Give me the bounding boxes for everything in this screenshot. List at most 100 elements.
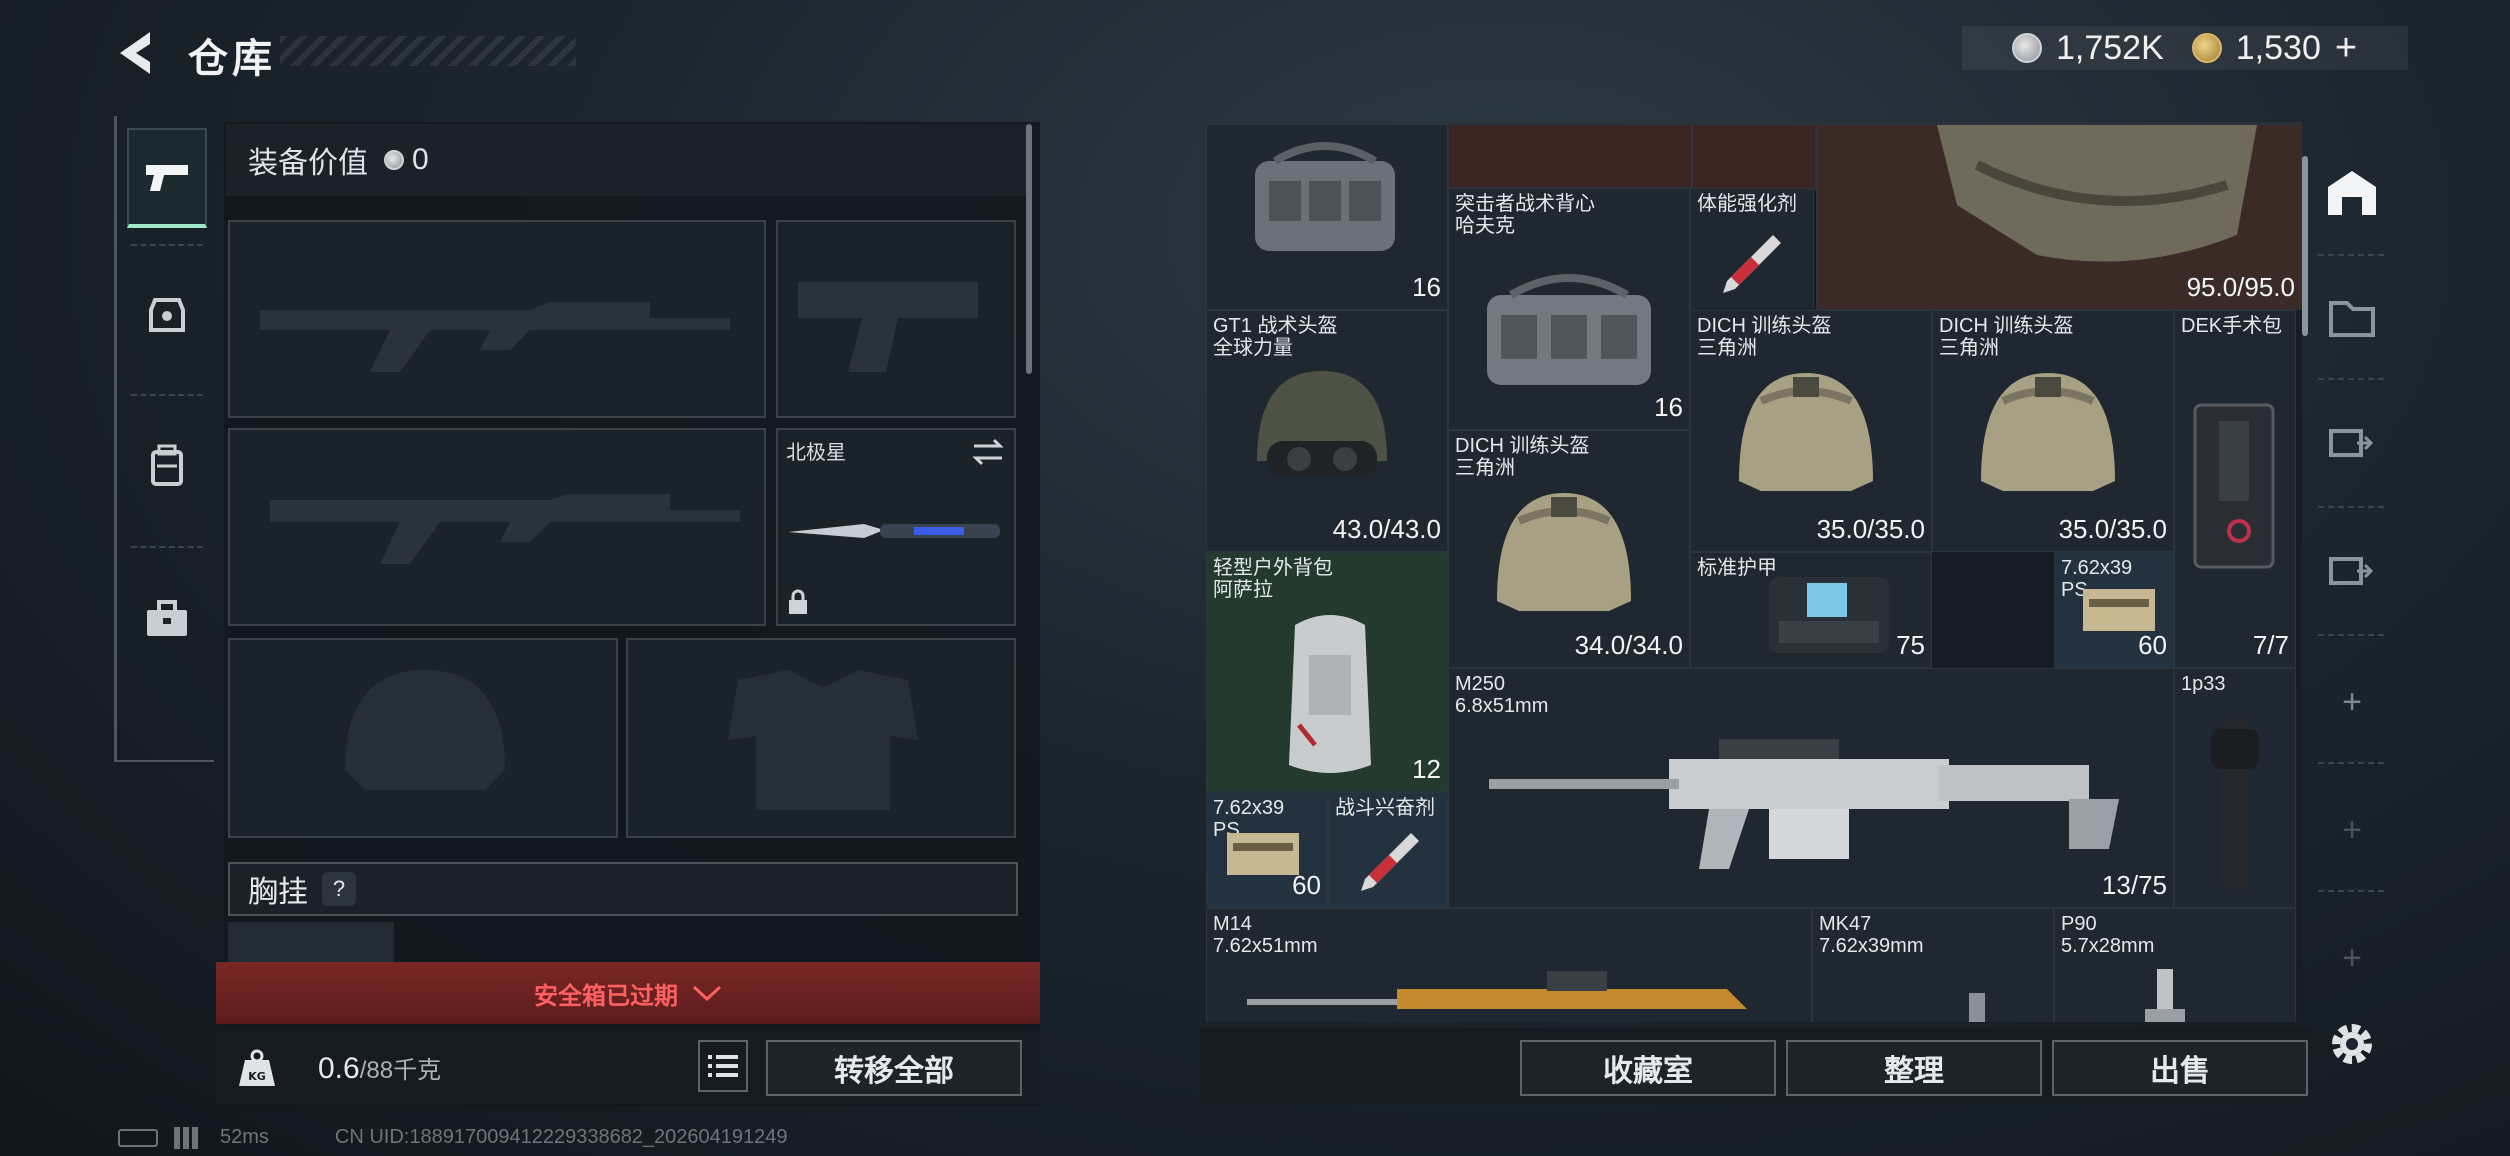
tab-weapons[interactable] xyxy=(127,128,207,228)
helmet-icon xyxy=(1981,373,2115,491)
inventory-item[interactable]: 95.0/95.0 xyxy=(1816,124,2302,310)
weight-icon: KG xyxy=(226,1040,288,1096)
inventory-item[interactable]: 1p33 xyxy=(2174,668,2296,908)
equipment-scrollbar[interactable] xyxy=(1026,124,1032,374)
inventory-item[interactable]: 7.62x39 PS 60 xyxy=(2054,552,2174,668)
secure-case-expired-banner[interactable]: 安全箱已过期 xyxy=(216,962,1040,1024)
list-view-button[interactable] xyxy=(698,1040,748,1092)
backpack-icon xyxy=(151,444,183,486)
equipment-tabs xyxy=(114,116,214,762)
primary-weapon-slot-1[interactable] xyxy=(228,220,766,418)
item-name: DICH 训练头盔 三角洲 xyxy=(1939,315,2074,359)
armor-icon xyxy=(149,298,185,332)
backpack-icon xyxy=(1289,615,1371,773)
tab-storage-main[interactable] xyxy=(2316,156,2388,228)
collection-room-button[interactable]: 收藏室 xyxy=(1520,1040,1776,1096)
knife-icon xyxy=(788,524,1000,538)
tactical-vest-icon xyxy=(1255,142,1395,251)
item-durability: 34.0/34.0 xyxy=(1574,630,1683,660)
item-name: P90 5.7x28mm xyxy=(2061,913,2155,957)
item-name: 突击者战术背心 哈夫克 xyxy=(1455,193,1595,237)
equipment-value-row: 装备价值 0 xyxy=(226,124,1026,196)
item-name: DICH 训练头盔 三角洲 xyxy=(1697,315,1832,359)
rifle-silhouette-icon xyxy=(270,494,740,564)
inventory-item[interactable]: DICH 训练头盔 三角洲 35.0/35.0 xyxy=(1932,310,2174,552)
inventory-item[interactable]: DICH 训练头盔 三角洲 34.0/34.0 xyxy=(1448,430,1690,668)
machine-gun-icon xyxy=(1489,739,2119,869)
inventory-item[interactable]: 战斗兴奋剂 xyxy=(1328,792,1448,908)
equipment-value: 0 xyxy=(412,143,429,176)
inventory-item[interactable]: 标准护甲 75 xyxy=(1690,552,1932,668)
ping: 52ms xyxy=(220,1126,269,1148)
inventory-item[interactable]: DICH 训练头盔 三角洲 35.0/35.0 xyxy=(1690,310,1932,552)
helmet-silhouette-icon xyxy=(345,670,505,790)
item-count: 60 xyxy=(2138,630,2167,660)
folder-icon xyxy=(2329,301,2375,337)
handgun-silhouette-icon xyxy=(798,282,978,372)
status-bar: 52ms CN UID:188917009412229338682_202604… xyxy=(118,1126,788,1149)
transfer-all-button[interactable]: 转移全部 xyxy=(766,1040,1022,1096)
chevron-down-icon xyxy=(692,985,722,1002)
inventory-item[interactable]: 轻型户外背包 阿萨拉 12 xyxy=(1206,552,1448,792)
helmet-slot[interactable] xyxy=(228,638,618,838)
add-storage-tab-button-disabled: + xyxy=(2342,938,2362,977)
inventory-item[interactable]: 体能强化剂 xyxy=(1690,188,1814,312)
storage-scrollbar[interactable] xyxy=(2302,156,2308,336)
item-name: DICH 训练头盔 三角洲 xyxy=(1455,435,1590,479)
tab-storage-extension-2[interactable] xyxy=(2316,404,2388,476)
inventory-item[interactable]: 7.62x39 PS 60 xyxy=(1206,792,1328,908)
armor-slot[interactable] xyxy=(626,638,1016,838)
carry-weight: 0.6/88千克 xyxy=(318,1050,441,1086)
add-currency-button[interactable]: + xyxy=(2335,27,2357,70)
signal-icon xyxy=(174,1126,204,1149)
lock-icon xyxy=(789,589,807,614)
swap-icon[interactable] xyxy=(970,438,1006,466)
tab-storage-extension-1[interactable] xyxy=(2316,280,2388,352)
item-name: MK47 7.62x39mm xyxy=(1819,913,1924,957)
chest-rig-row[interactable]: 胸挂 ? xyxy=(228,862,1018,916)
tab-storage-extension-3[interactable] xyxy=(2316,532,2388,604)
melee-name: 北极星 xyxy=(786,442,846,464)
sell-button[interactable]: 出售 xyxy=(2052,1040,2308,1096)
add-storage-tab-button[interactable]: + xyxy=(2316,666,2388,738)
list-icon xyxy=(708,1055,738,1077)
smg-icon xyxy=(2145,969,2185,1022)
item-durability: 95.0/95.0 xyxy=(2186,272,2295,302)
tab-case[interactable] xyxy=(127,570,207,670)
item-count: 7/7 xyxy=(2252,630,2289,660)
inventory-item[interactable]: 突击者战术背心 哈夫克 16 xyxy=(1448,188,1690,430)
item-count: 60 xyxy=(1292,870,1321,900)
ammo-count: 13/75 xyxy=(2101,870,2167,900)
item-name: DEK手术包 xyxy=(2181,315,2283,337)
pistol-slot[interactable] xyxy=(776,220,1016,418)
user-uid: CN UID:188917009412229338682_20260419124… xyxy=(334,1126,788,1148)
equipment-value-label: 装备价值 xyxy=(248,147,368,180)
armor-silhouette-icon xyxy=(728,670,918,810)
inventory-item[interactable]: DEK手术包 7/7 xyxy=(2174,310,2296,668)
melee-slot[interactable]: 北极星 xyxy=(776,428,1016,626)
ammo-box-icon xyxy=(1227,833,1299,875)
tab-backpack[interactable] xyxy=(127,416,207,516)
currency-bar: 1,752K 1,530 + xyxy=(1962,26,2408,70)
tab-helmet-armor[interactable] xyxy=(127,264,207,364)
scope-icon xyxy=(2211,719,2259,889)
briefcase-icon xyxy=(147,600,187,636)
help-button[interactable]: ? xyxy=(322,872,356,906)
magazine-icon xyxy=(1969,993,1985,1022)
armor-vest-icon xyxy=(1937,125,2257,262)
body-armor-icon xyxy=(1769,577,1889,653)
settings-gear-icon[interactable] xyxy=(2324,1016,2380,1072)
inventory-item[interactable]: GT1 战术头盔 全球力量 43.0/43.0 xyxy=(1206,310,1448,552)
inventory-item[interactable]: P90 5.7x28mm xyxy=(2054,908,2296,1022)
extension-icon xyxy=(2329,557,2374,585)
sort-button[interactable]: 整理 xyxy=(1786,1040,2042,1096)
inventory-item[interactable]: M250 6.8x51mm 13/75 xyxy=(1448,668,2174,908)
primary-weapon-slot-2[interactable] xyxy=(228,428,766,626)
inventory-item[interactable]: 16 xyxy=(1206,124,1448,310)
inventory-item[interactable]: M14 7.62x51mm xyxy=(1206,908,1812,1022)
inventory-item[interactable]: MK47 7.62x39mm xyxy=(1812,908,2054,1022)
inventory-item-rare-bg xyxy=(1692,124,1816,190)
warehouse-icon xyxy=(2328,171,2376,215)
page-title: 仓库 xyxy=(188,37,276,81)
back-arrow-icon[interactable] xyxy=(112,28,162,78)
